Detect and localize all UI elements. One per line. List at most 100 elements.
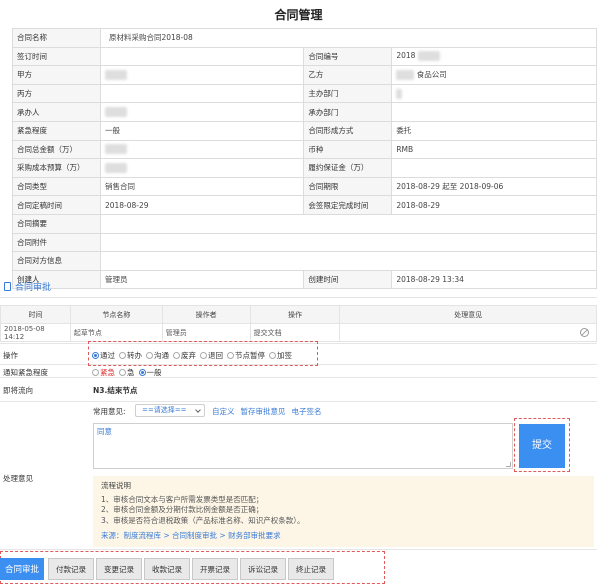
option-label: 加签 (277, 351, 292, 360)
redacted-block (104, 162, 127, 173)
common-opinion-label: 常用意见: (93, 407, 126, 416)
redacted-block (396, 70, 415, 81)
opinion-label: 处理意见 (3, 474, 33, 483)
attachment-label: 合同附件 (12, 232, 101, 253)
divider (0, 297, 597, 298)
option-label: 沟通 (154, 351, 169, 360)
option-label: 一般 (146, 368, 162, 377)
operation-option-pass[interactable]: 通过 (92, 350, 115, 361)
flow-source-link[interactable]: 来源：制度流程库 > 合同制度审批 > 财务部审批要求 (101, 531, 586, 542)
contract-info-table: 合同名称 原材料采购合同2018-08 签订时间 合同编号 2018 甲方 乙方… (12, 28, 597, 290)
create-time-label: 创建时间 (303, 269, 393, 290)
sign-time-value (99, 46, 305, 67)
party-a-label: 甲方 (12, 65, 101, 85)
option-label: 废弃 (181, 351, 196, 360)
period-label: 合同期限 (303, 176, 393, 197)
undertake-dept-value (391, 102, 597, 122)
option-label: 紧急 (100, 368, 115, 377)
column-header: 处理意见 (339, 305, 597, 324)
party-b-cell: 食品公司 (391, 65, 597, 85)
redacted-block (104, 107, 127, 118)
select-value: ==请选择== (142, 406, 187, 414)
submit-button[interactable]: 提交 (519, 424, 565, 468)
tab-invoice-records[interactable]: 开票记录 (192, 558, 238, 580)
radio-icon (92, 369, 99, 376)
flow-description-item: 1、审核合同文本与客户所需发票类型是否匹配； (101, 494, 264, 504)
operation-option-pause[interactable]: 节点暂停 (227, 350, 265, 361)
urgency-option-urgent[interactable]: 紧急 (92, 367, 115, 378)
tab-receipt-records[interactable]: 收款记录 (144, 558, 190, 580)
option-label: 退回 (208, 351, 223, 360)
tab-litigation-records[interactable]: 诉讼记录 (240, 558, 286, 580)
opinion-links: 自定义 暂存审批意见 电子签名 (212, 406, 322, 417)
flow-description-title: 流程说明 (101, 481, 131, 490)
opinion-textarea[interactable]: 同意 (93, 423, 513, 469)
tab-termination-records[interactable]: 终止记录 (288, 558, 334, 580)
history-operator: 管理员 (161, 323, 251, 342)
counterparty-label: 合同对方信息 (12, 251, 101, 271)
operation-option-communicate[interactable]: 沟通 (146, 350, 169, 361)
radio-icon (119, 369, 126, 376)
radio-icon (227, 352, 234, 359)
option-label: 急 (127, 368, 135, 377)
party-c-label: 丙方 (12, 83, 101, 104)
type-value: 销售合同 (99, 176, 305, 197)
currency-label: 币种 (303, 139, 393, 160)
next-flow-row (0, 378, 597, 402)
undertaker-label: 承办人 (12, 102, 101, 122)
operation-option-add-sign[interactable]: 加签 (269, 350, 292, 361)
redacted-block (396, 88, 403, 99)
urgency-option-normal[interactable]: 一般 (138, 367, 162, 378)
tab-change-records[interactable]: 变更记录 (96, 558, 142, 580)
save-opinion-link[interactable]: 暂存审批意见 (241, 406, 286, 417)
operation-label: 操作 (3, 351, 18, 360)
redacted-block (104, 69, 127, 80)
contract-name-value: 原材料采购合同2018-08 (99, 28, 597, 48)
attachment-value (99, 232, 597, 253)
approval-section-label: 合同审批 (15, 283, 52, 293)
deposit-value (391, 158, 597, 178)
finalize-value: 2018-08-29 (99, 195, 305, 215)
urgency-radio-group: 紧急 急 一般 (92, 367, 162, 378)
urgency-option-rush[interactable]: 急 (119, 367, 135, 378)
radio-icon (173, 352, 180, 359)
host-dept-label: 主办部门 (303, 83, 393, 104)
tab-payment-records[interactable]: 付款记录 (48, 558, 94, 580)
option-label: 通过 (100, 351, 115, 360)
radio-icon (200, 352, 207, 359)
period-value: 2018-08-29 起至 2018-09-06 (391, 176, 597, 197)
tab-contract-approval[interactable]: 合同审批 (0, 558, 44, 580)
operation-option-transfer[interactable]: 转办 (119, 350, 142, 361)
summary-value (99, 213, 597, 234)
radio-icon (269, 352, 276, 359)
approval-section-title: 合同审批 (4, 281, 51, 295)
flow-description-item: 2、审核合同金额及分期付款比例金额是否正确； (101, 505, 264, 514)
ban-icon[interactable] (580, 328, 589, 337)
column-header: 操作者 (161, 305, 251, 324)
operation-option-return[interactable]: 退回 (200, 350, 223, 361)
common-opinion-select[interactable]: ==请选择== (135, 404, 205, 417)
next-flow-label: 即将流向 (3, 386, 33, 395)
custom-link[interactable]: 自定义 (212, 406, 235, 417)
currency-value: RMB (391, 139, 597, 160)
table-header-row: 时间 节点名称 操作者 操作 处理意见 (0, 305, 597, 324)
countersign-label: 会签限定完成时间 (303, 195, 393, 215)
create-time-value: 2018-08-29 13:34 (391, 269, 597, 290)
radio-checked-icon (138, 369, 146, 376)
counterparty-value (99, 251, 597, 271)
radio-icon (146, 352, 153, 359)
sign-time-label: 签订时间 (12, 46, 101, 67)
resize-handle-icon[interactable] (506, 462, 511, 467)
budget-label: 采购成本预算（万） (12, 158, 101, 178)
e-signature-link[interactable]: 电子签名 (292, 406, 322, 417)
operation-option-discard[interactable]: 废弃 (173, 350, 196, 361)
budget-value (99, 158, 305, 178)
party-b-value: 食品公司 (416, 70, 447, 80)
redacted-block (417, 51, 440, 62)
deposit-label: 履约保证金（万） (303, 158, 393, 178)
notify-urgency-label: 通知紧急程度 (3, 368, 48, 377)
next-flow-value: N3.结束节点 (93, 386, 138, 395)
operation-radio-group: 通过 转办 沟通 废弃 退回 节点暂停 加签 (92, 350, 292, 361)
column-header: 操作 (249, 305, 341, 324)
contract-name-label: 合同名称 (12, 28, 101, 48)
